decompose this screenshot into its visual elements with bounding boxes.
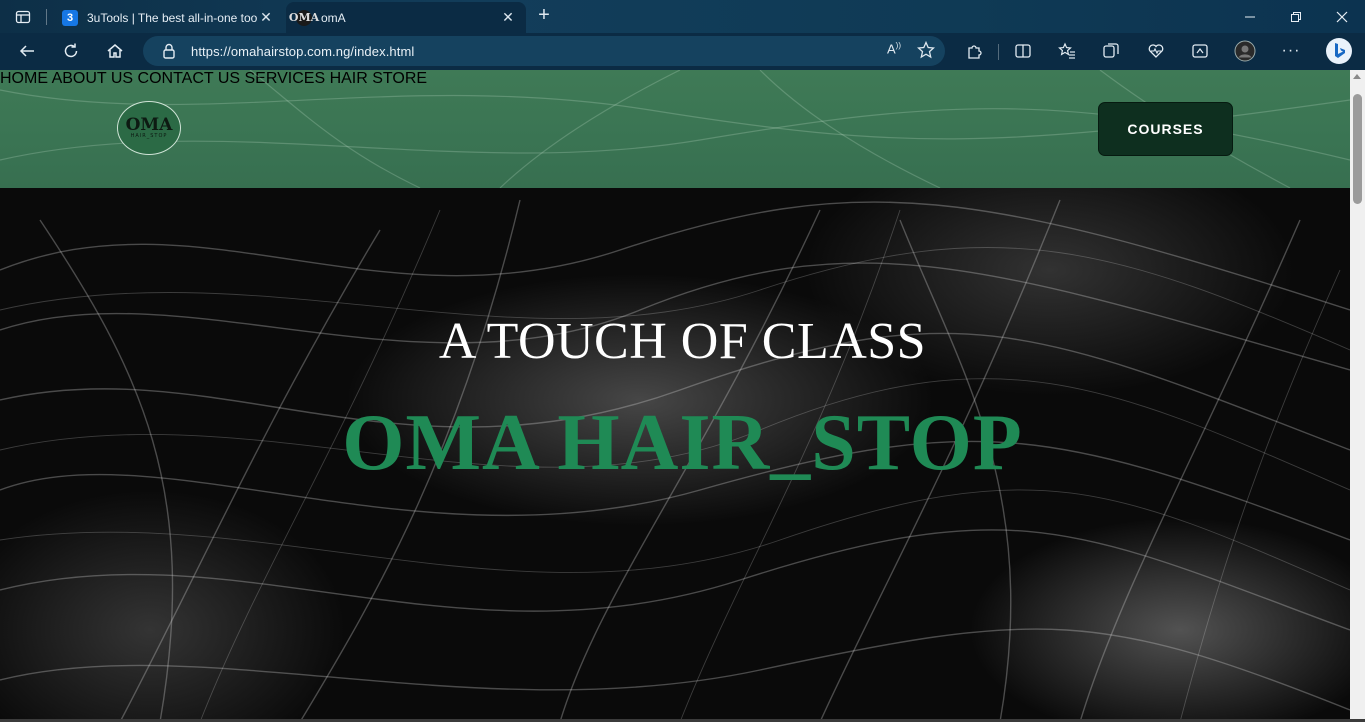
profile-avatar-icon [1234,40,1256,62]
restore-button[interactable] [1273,0,1319,33]
hero-title: OMA HAIR_STOP [342,399,1023,487]
favorite-star-icon[interactable] [916,40,936,64]
bing-copilot-icon [1326,38,1352,64]
address-bar[interactable]: https://omahairstop.com.ng/index.html A)… [143,36,945,66]
refresh-icon [64,43,78,58]
collections-button[interactable] [1096,37,1126,65]
tab-3utools[interactable]: 3 3uTools | The best all-in-one tool ✕ [52,2,284,33]
extensions-button[interactable] [959,37,989,65]
site-header: OMA HAIR_STOP HOME ABOUT US CONTACT US S… [0,70,1350,188]
read-aloud-icon[interactable]: A)) [887,41,901,64]
favorites-button[interactable] [1052,37,1082,65]
split-screen-icon [1015,44,1031,58]
collections-icon [1103,43,1119,58]
tab-oma[interactable]: OMA omA ✕ [286,2,526,33]
new-tab-button[interactable]: + [532,4,556,28]
tab-title: 3uTools | The best all-in-one tool [87,10,258,25]
address-url[interactable]: https://omahairstop.com.ng/index.html [191,44,414,59]
tab-close-icon[interactable]: ✕ [500,9,516,26]
more-dots-icon: ··· [1281,42,1301,59]
logo-text: OMA [125,115,173,135]
back-arrow-icon [19,45,34,57]
home-button[interactable] [100,37,130,65]
close-icon [1336,11,1348,22]
tab-actions-button[interactable] [6,5,40,29]
hero-subtitle: A TOUCH OF CLASS [438,313,927,370]
profile-button[interactable] [1230,37,1260,65]
tab-separator [46,9,47,25]
screenshot-button[interactable] [1185,37,1215,65]
tab-actions-icon [15,10,31,24]
minimize-icon [1245,16,1255,17]
3utools-favicon-icon: 3 [62,9,78,26]
home-icon [107,44,123,58]
minimize-button[interactable] [1227,0,1273,33]
tab-title: omA [321,10,346,25]
site-logo[interactable]: OMA HAIR_STOP [117,101,181,155]
split-screen-button[interactable] [1008,37,1038,65]
browser-essentials-button[interactable] [1141,37,1171,65]
puzzle-icon [968,45,982,59]
scroll-up-arrow-icon[interactable] [1353,74,1361,79]
heart-pulse-icon [1148,44,1164,58]
favorites-list-icon [1058,42,1075,59]
toolbar-separator [998,44,999,60]
browser-tab-strip: 3 3uTools | The best all-in-one tool ✕ O… [0,0,1365,33]
back-button[interactable] [12,37,42,65]
web-capture-icon [1192,44,1208,58]
restore-icon [1291,11,1301,22]
copilot-button[interactable] [1322,37,1356,65]
courses-button[interactable]: COURSES [1098,102,1233,156]
settings-more-button[interactable]: ··· [1276,37,1306,65]
oma-favicon-icon: OMA [288,9,320,26]
logo-subtext: HAIR_STOP [130,133,168,139]
lock-icon[interactable] [161,43,177,59]
tab-close-icon[interactable]: ✕ [258,9,274,26]
close-window-button[interactable] [1319,0,1365,33]
page-scrollbar[interactable] [1350,70,1365,722]
refresh-button[interactable] [56,37,86,65]
scroll-thumb[interactable] [1353,94,1362,204]
browser-toolbar: https://omahairstop.com.ng/index.html A)… [0,33,1365,70]
web-page: OMA HAIR_STOP HOME ABOUT US CONTACT US S… [0,70,1350,722]
